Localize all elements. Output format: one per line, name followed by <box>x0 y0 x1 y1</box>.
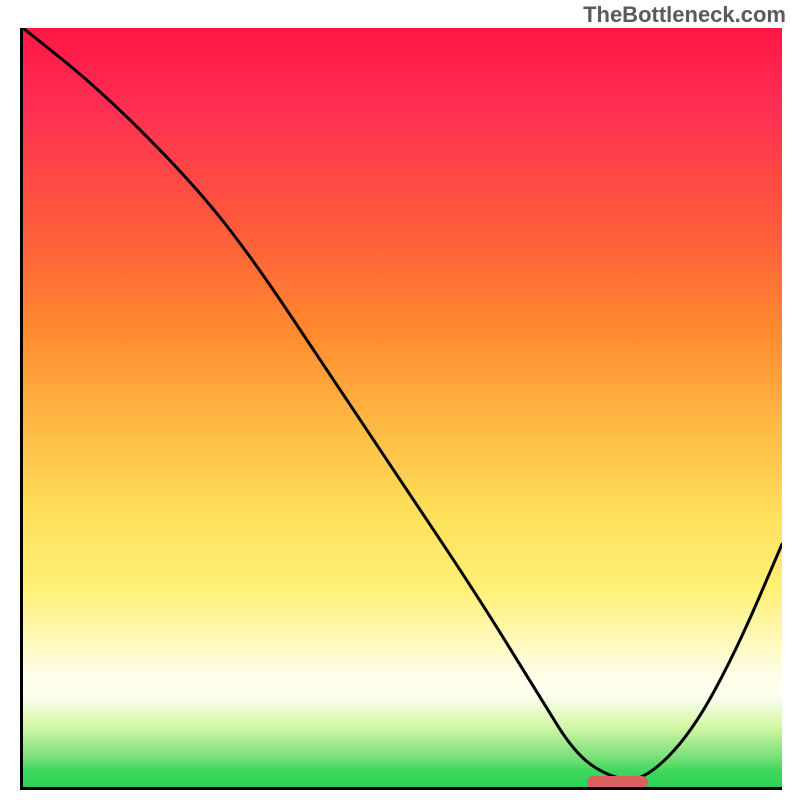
watermark-text: TheBottleneck.com <box>583 2 786 28</box>
bottleneck-curve <box>23 28 782 779</box>
optimal-range-marker <box>587 776 648 788</box>
plot-area <box>20 28 782 790</box>
chart-container: TheBottleneck.com <box>0 0 800 800</box>
curve-svg <box>23 28 782 787</box>
